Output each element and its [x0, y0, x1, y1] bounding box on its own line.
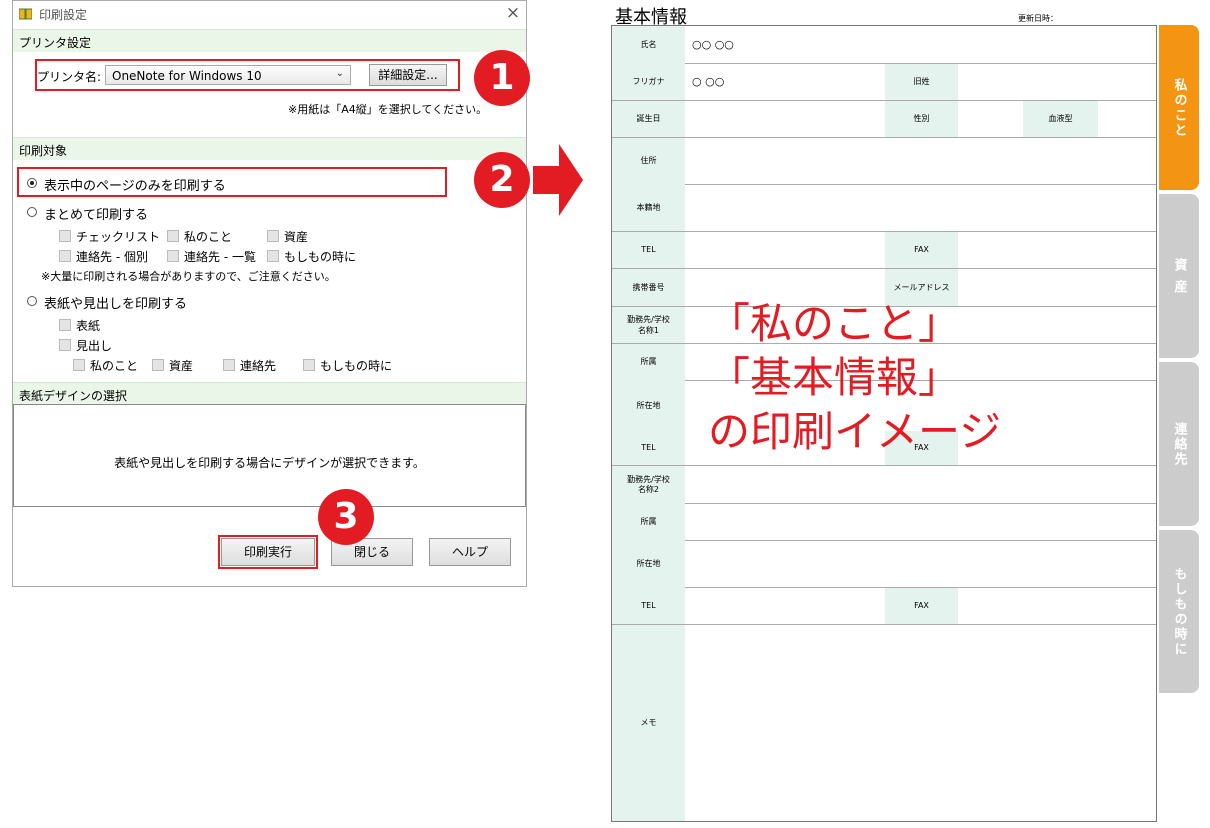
printer-section-title: プリンタ設定 [19, 36, 92, 50]
step-badge-3: 3 [318, 489, 374, 545]
row-divider [612, 137, 1156, 138]
right-arrow-icon [533, 144, 583, 216]
tab-watashi[interactable]: 私のこと [1159, 25, 1199, 190]
tab-assets[interactable]: 資 産 [1159, 194, 1199, 358]
label-fax-home: FAX [885, 232, 958, 269]
label-location1: 所在地 [612, 381, 685, 431]
row-divider [612, 268, 1156, 269]
label-gender: 性別 [885, 101, 958, 138]
label-blood: 血液型 [1023, 101, 1098, 138]
label-dept2: 所属 [612, 504, 685, 541]
cover-design-hint: 表紙や見出しを印刷する場合にデザインが選択できます。 [114, 456, 425, 470]
checkbox-heading-contacts-label: 連絡先 [240, 359, 277, 373]
checkbox-heading[interactable] [59, 339, 71, 351]
help-button[interactable]: ヘルプ [429, 538, 511, 566]
checkbox-checklist-label: チェックリスト [76, 230, 161, 244]
caption-line-3: の印刷イメージ [708, 407, 1002, 456]
checkbox-heading-watashi[interactable] [73, 359, 85, 371]
printer-section-header: プリンタ設定 [13, 29, 526, 52]
tab-watashi-label: 私のこと [1171, 77, 1187, 138]
caption-line-2: 「基本情報」 [708, 353, 961, 402]
close-icon[interactable]: × [503, 3, 523, 23]
row-divider [612, 231, 1156, 232]
row-divider [612, 100, 1156, 101]
checkbox-cover-label: 表紙 [76, 319, 101, 333]
paper-note: ※用紙は「A4縦」を選択してください。 [288, 103, 488, 116]
highlight-frame-print [218, 535, 318, 569]
label-name: 氏名 [612, 26, 685, 64]
checkbox-heading-label: 見出し [76, 339, 113, 353]
row-divider [685, 540, 1156, 541]
checkbox-assets[interactable] [267, 230, 279, 242]
target-section-header: 印刷対象 [13, 137, 526, 160]
checkbox-watashi-label: 私のこと [184, 230, 233, 244]
checkbox-heading-emergency[interactable] [303, 359, 315, 371]
tab-emergency-label: もしもの時に [1171, 566, 1187, 657]
updated-label: 更新日時： [1018, 14, 1058, 23]
checkbox-emergency-label: もしもの時に [284, 250, 357, 264]
design-section-header: 表紙デザインの選択 [13, 382, 526, 405]
checkbox-assets-label: 資産 [284, 230, 309, 244]
tab-assets-label: 資 産 [1171, 257, 1187, 295]
row-divider [685, 587, 1156, 588]
label-domicile: 本籍地 [612, 185, 685, 232]
label-tel-work1: TEL [612, 431, 685, 466]
step-badge-2: 2 [474, 152, 530, 208]
print-settings-dialog: 印刷設定 × プリンタ設定 プリンタ名: OneNote for Windows… [12, 0, 527, 587]
checkbox-contact-individual-label: 連絡先 - 個別 [76, 250, 148, 264]
checkbox-contact-individual[interactable] [59, 250, 71, 262]
label-work1: 勤務先/学校 名称1 [612, 307, 685, 344]
radio-batch-print[interactable] [27, 207, 37, 217]
tab-emergency[interactable]: もしもの時に [1159, 530, 1199, 693]
row-divider [685, 63, 1156, 64]
checkbox-emergency[interactable] [267, 250, 279, 262]
tab-contacts[interactable]: 連絡先 [1159, 362, 1199, 526]
checkbox-heading-assets[interactable] [152, 359, 164, 371]
value-furigana: ○ ○○ [692, 75, 725, 88]
label-furigana: フリガナ [612, 64, 685, 101]
step-badge-1: 1 [474, 50, 530, 106]
label-memo: メモ [612, 625, 685, 821]
checkbox-heading-watashi-label: 私のこと [90, 359, 139, 373]
batch-note: ※大量に印刷される場合がありますので、ご注意ください。 [41, 270, 336, 283]
row-divider [612, 465, 1156, 466]
row-divider [685, 503, 1156, 504]
tab-contacts-label: 連絡先 [1171, 421, 1187, 467]
label-maiden: 旧姓 [885, 64, 958, 101]
caption-line-1: 「私のこと」 [708, 299, 961, 348]
radio-cover-print-label: 表紙や見出しを印刷する [44, 297, 188, 312]
radio-cover-print[interactable] [27, 296, 37, 306]
title-bar: 印刷設定 × [13, 1, 526, 27]
checkbox-heading-assets-label: 資産 [169, 359, 194, 373]
label-mobile: 携帯番号 [612, 269, 685, 307]
highlight-frame-current-page [17, 167, 447, 197]
label-tel-work2: TEL [612, 588, 685, 625]
design-section-title: 表紙デザインの選択 [19, 389, 128, 403]
label-address: 住所 [612, 138, 685, 185]
label-location2: 所在地 [612, 541, 685, 588]
dialog-title: 印刷設定 [39, 8, 88, 22]
row-divider [612, 624, 1156, 625]
checkbox-cover[interactable] [59, 319, 71, 331]
label-tel-home: TEL [612, 232, 685, 269]
app-book-icon [19, 8, 32, 20]
target-section-title: 印刷対象 [19, 144, 68, 158]
label-dept1: 所属 [612, 344, 685, 381]
checkbox-contact-list-label: 連絡先 - 一覧 [184, 250, 256, 264]
preview-caption: 「私のこと」 「基本情報」 の印刷イメージ [708, 297, 1001, 459]
checkbox-contact-list[interactable] [167, 250, 179, 262]
row-divider [685, 184, 1156, 185]
label-birthday: 誕生日 [612, 101, 685, 138]
radio-batch-print-label: まとめて印刷する [44, 208, 149, 223]
highlight-frame-printer [35, 59, 460, 91]
value-name: ○○ ○○ [692, 38, 734, 51]
checkbox-heading-emergency-label: もしもの時に [320, 359, 393, 373]
checkbox-watashi[interactable] [167, 230, 179, 242]
checkbox-heading-contacts[interactable] [223, 359, 235, 371]
checkbox-checklist[interactable] [59, 230, 71, 242]
label-fax-work2: FAX [885, 588, 958, 625]
label-work2: 勤務先/学校 名称2 [612, 466, 685, 504]
